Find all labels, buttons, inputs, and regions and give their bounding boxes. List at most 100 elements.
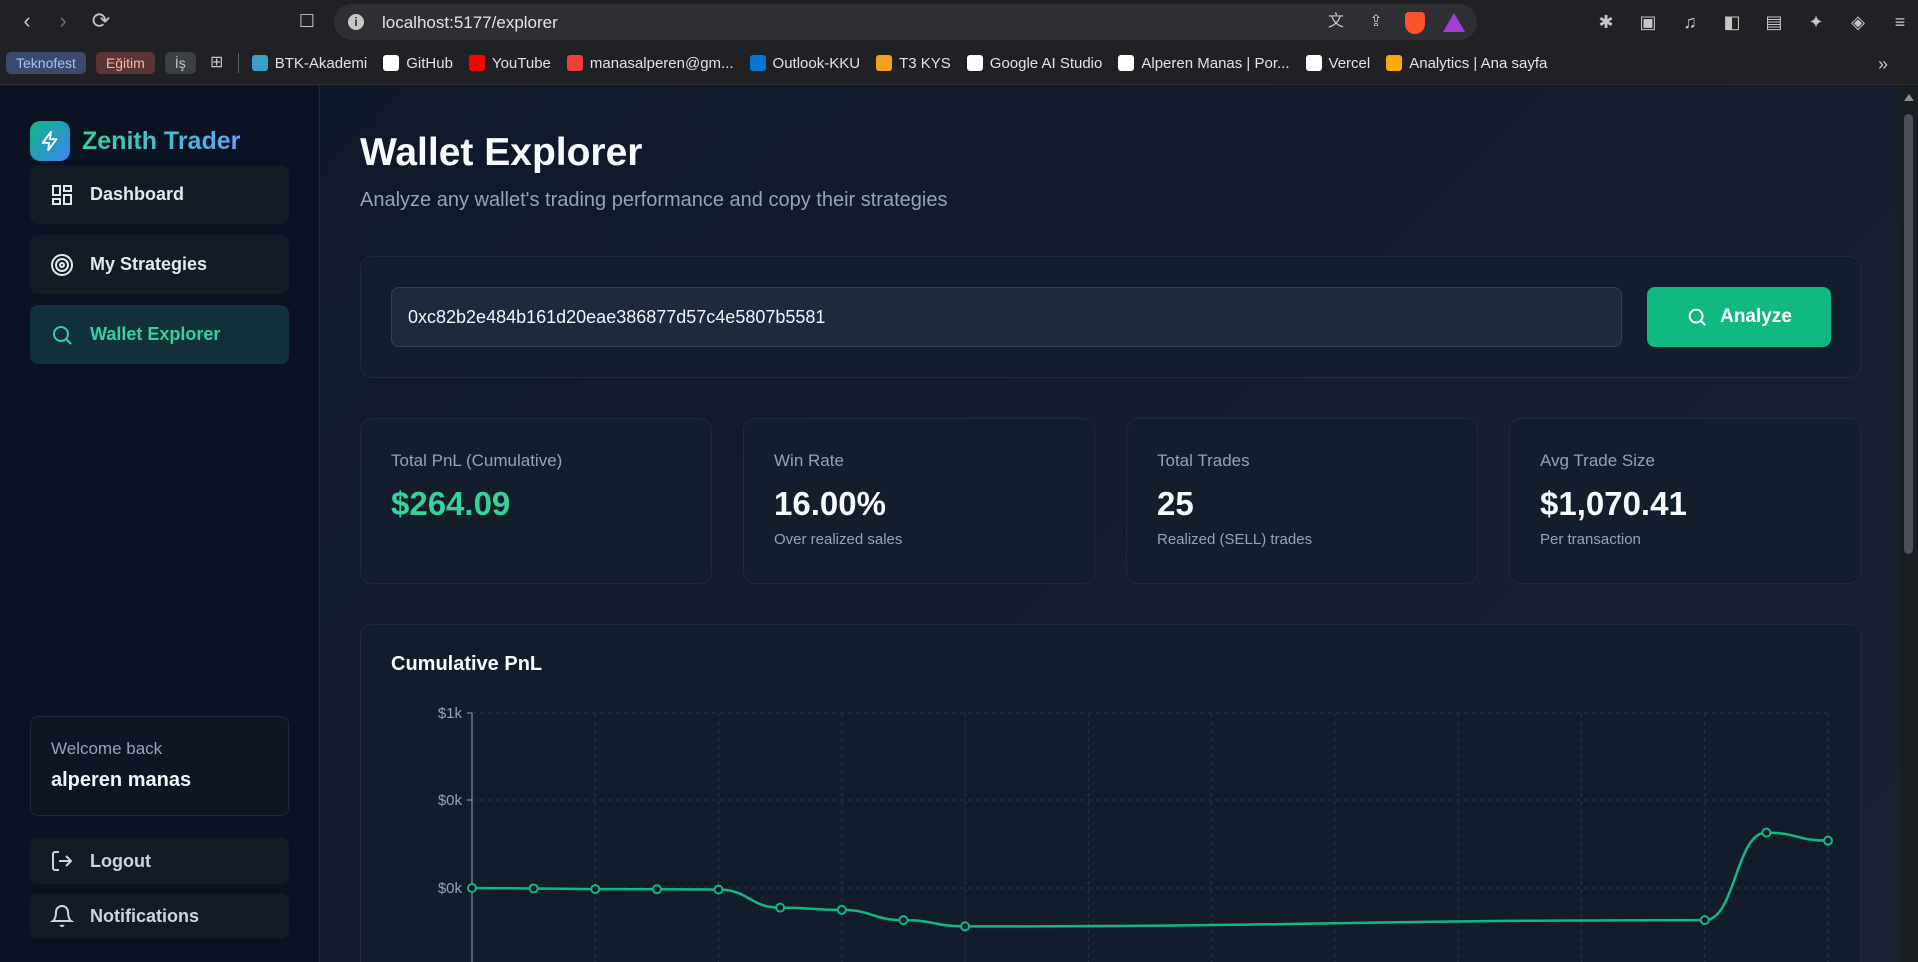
welcome-label: Welcome back — [51, 739, 163, 758]
bookmark-link[interactable]: BTK-Akademi — [249, 55, 371, 72]
browser-toolbar: ‹ › ⟳ ☐ i localhost:5177/explorer 文 ⇪ ✱ … — [0, 0, 1918, 45]
favicon-icon — [966, 55, 983, 71]
back-icon[interactable]: ‹ — [14, 8, 40, 34]
dashboard-icon — [52, 184, 72, 205]
address-bar[interactable]: i localhost:5177/explorer 文 ⇪ — [334, 4, 1477, 40]
apps-grid-icon[interactable]: ⊞ — [206, 53, 228, 73]
translate-icon[interactable]: 文 — [1325, 12, 1347, 32]
sidebar-toggle-icon[interactable]: ◧ — [1720, 10, 1744, 34]
bell-icon — [50, 905, 74, 927]
notifications-button[interactable]: Notifications — [30, 893, 289, 939]
bookmark-link[interactable]: manasalperen@gm... — [564, 55, 737, 72]
brand-logo[interactable]: Zenith Trader — [30, 121, 240, 161]
screenshot-icon[interactable]: ▣ — [1636, 10, 1660, 34]
music-icon[interactable]: ♫ — [1678, 10, 1702, 34]
bookmark-folder[interactable]: Eğitim — [95, 52, 155, 74]
scroll-thumb[interactable] — [1904, 114, 1913, 554]
bookmark-label: BTK-Akademi — [274, 54, 368, 72]
stat-sub: Per transaction — [1540, 531, 1641, 548]
data-point — [1761, 827, 1772, 838]
stat-label: Win Rate — [774, 451, 844, 470]
forward-icon[interactable]: › — [50, 8, 76, 34]
bookmark-link[interactable]: Vercel — [1303, 55, 1374, 72]
page-scrollbar[interactable] — [1899, 86, 1918, 962]
nav-label: Wallet Explorer — [90, 324, 221, 344]
favicon-icon — [1118, 55, 1135, 71]
stat-label: Avg Trade Size — [1540, 451, 1655, 470]
bookmark-icon[interactable]: ☐ — [294, 8, 320, 34]
y-tick-label: $0k — [438, 792, 463, 809]
bookmark-label: manasalperen@gm... — [589, 54, 734, 72]
bookmark-separator — [237, 53, 239, 73]
favicon-icon — [876, 55, 893, 71]
vpn-icon[interactable]: ◈ — [1846, 10, 1870, 34]
data-point — [528, 883, 539, 894]
notifications-label: Notifications — [90, 905, 200, 926]
brave-rewards-icon[interactable] — [1443, 13, 1465, 32]
logout-label: Logout — [90, 850, 151, 871]
bookmark-link[interactable]: Outlook-KKU — [747, 55, 864, 72]
nav-wallet-explorer[interactable]: Wallet Explorer — [30, 305, 289, 364]
logout-button[interactable]: Logout — [30, 838, 289, 884]
url-text[interactable]: localhost:5177/explorer — [382, 13, 558, 33]
y-tick-label: $1k — [438, 705, 463, 722]
brand-name: Zenith Trader — [82, 126, 241, 155]
favicon-icon — [1386, 55, 1403, 71]
nav-dashboard[interactable]: Dashboard — [30, 165, 289, 224]
bookmarks-bar: Teknofest Eğitim İş ⊞ BTK-Akademi GitHub YouTu… — [0, 45, 1918, 85]
user-name: alperen manas — [51, 769, 192, 791]
stat-value: 16.00% — [774, 485, 886, 522]
bookmark-label: Analytics | Ana sayfa — [1409, 54, 1548, 72]
bookmark-link[interactable]: Alperen Manas | Por... — [1115, 55, 1292, 72]
bookmark-label: Alperen Manas | Por... — [1141, 54, 1290, 72]
brave-shields-icon[interactable] — [1405, 12, 1425, 34]
lightning-icon — [30, 121, 70, 161]
bookmark-folder[interactable]: Teknofest — [6, 52, 86, 74]
leo-ai-icon[interactable]: ✦ — [1804, 10, 1828, 34]
favicon-icon — [1305, 55, 1322, 71]
stat-label: Total PnL (Cumulative) — [391, 451, 563, 470]
data-point — [1823, 835, 1833, 846]
menu-icon[interactable]: ≡ — [1888, 10, 1912, 34]
more-bookmarks-icon[interactable]: » — [1878, 54, 1888, 75]
share-icon[interactable]: ⇪ — [1365, 12, 1387, 32]
bookmark-link[interactable]: T3 KYS — [873, 55, 954, 72]
reload-icon[interactable]: ⟳ — [88, 8, 114, 34]
extensions-icon[interactable]: ✱ — [1594, 10, 1618, 34]
data-point — [898, 915, 909, 926]
wallet-search-card: Analyze — [360, 256, 1861, 378]
data-point — [590, 884, 601, 895]
stat-win-rate: Win Rate 16.00% Over realized sales — [743, 418, 1095, 584]
page-subtitle: Analyze any wallet's trading performance… — [360, 189, 948, 211]
data-point — [1699, 915, 1710, 926]
stat-total-trades: Total Trades 25 Realized (SELL) trades — [1126, 418, 1478, 584]
stat-sub: Realized (SELL) trades — [1157, 531, 1313, 548]
wallet-icon[interactable]: ▤ — [1762, 10, 1786, 34]
bookmark-link[interactable]: GitHub — [380, 55, 456, 72]
nav-label: My Strategies — [90, 254, 208, 274]
logout-icon — [52, 851, 73, 871]
bookmark-link[interactable]: Analytics | Ana sayfa — [1383, 55, 1550, 72]
bookmark-folder[interactable]: İş — [164, 52, 196, 74]
bookmark-link[interactable]: Google AI Studio — [964, 55, 1106, 72]
bookmark-label: T3 KYS — [899, 54, 951, 72]
stat-avg-trade-size: Avg Trade Size $1,070.41 Per transaction — [1509, 418, 1861, 584]
bookmark-label: YouTube — [491, 54, 551, 72]
data-point — [467, 883, 477, 893]
wallet-address-input[interactable] — [391, 287, 1622, 347]
analyze-button[interactable]: Analyze — [1647, 287, 1831, 347]
data-point — [836, 904, 847, 915]
welcome-card: Welcome back alperen manas — [30, 716, 289, 816]
scroll-up-icon[interactable] — [1904, 94, 1914, 101]
data-point — [960, 921, 971, 932]
data-point — [713, 884, 724, 895]
sidebar: Zenith Trader Dashboard My Strategies Wa… — [0, 86, 320, 962]
site-info-icon[interactable]: i — [348, 14, 364, 30]
favicon-icon — [468, 55, 485, 71]
pnl-series-line — [471, 831, 1829, 928]
nav-my-strategies[interactable]: My Strategies — [30, 235, 289, 294]
analyze-label: Analyze — [1720, 306, 1792, 327]
page-title: Wallet Explorer — [360, 131, 643, 174]
bookmark-link[interactable]: YouTube — [466, 55, 554, 72]
stat-label: Total Trades — [1157, 451, 1250, 470]
